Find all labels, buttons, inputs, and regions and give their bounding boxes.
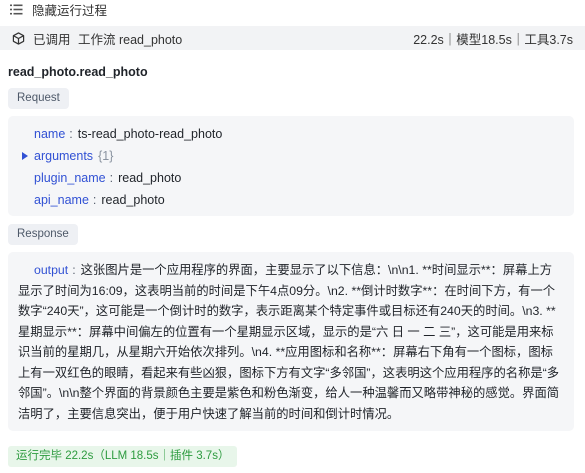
output-value: 这张图片是一个应用程序的界面，主要显示了以下信息：\n\n1. **时间显示**…	[18, 263, 560, 421]
field-key: plugin_name	[34, 171, 106, 185]
response-output: output: 这张图片是一个应用程序的界面，主要显示了以下信息：\n\n1. *…	[18, 263, 560, 421]
timing-summary: 22.2s｜模型18.5s｜工具3.7s	[413, 32, 573, 47]
request-panel: name: ts-read_photo-read_photo arguments {…	[8, 116, 574, 216]
field-value: ts-read_photo-read_photo	[77, 127, 223, 141]
field-key: name	[34, 127, 66, 141]
request-tag: Request	[8, 88, 69, 109]
request-field-plugin-name: plugin_name: read_photo	[34, 171, 182, 185]
field-value: read_photo	[101, 193, 165, 207]
request-field-name: name: ts-read_photo-read_photo	[34, 127, 223, 141]
cube-icon	[12, 31, 25, 45]
tool-call-bar[interactable]: 已调用 工作流 read_photo 22.2s｜模型18.5s｜工具3.7s	[0, 26, 585, 50]
workflow-name: 工作流 read_photo	[78, 32, 183, 47]
called-label: 已调用	[33, 32, 71, 47]
field-key: arguments	[34, 149, 94, 163]
request-field-arguments[interactable]: arguments {1}	[22, 147, 114, 165]
field-value: read_photo	[118, 171, 182, 185]
run-status-badge: 运行完毕 22.2s（LLM 18.5s｜插件 3.7s）	[8, 446, 238, 467]
field-key: api_name	[34, 193, 89, 207]
list-icon	[10, 4, 24, 15]
output-key: output	[34, 263, 69, 277]
hide-process-toggle[interactable]: 隐藏运行过程	[0, 0, 585, 18]
section-title: read_photo.read_photo	[8, 65, 148, 79]
triangle-right-icon[interactable]	[22, 152, 28, 160]
response-tag: Response	[8, 224, 78, 245]
hide-process-label: 隐藏运行过程	[32, 3, 108, 18]
request-field-api-name: api_name: read_photo	[34, 193, 165, 207]
response-panel: output: 这张图片是一个应用程序的界面，主要显示了以下信息：\n\n1. *…	[8, 252, 574, 431]
field-count: {1}	[98, 149, 114, 163]
